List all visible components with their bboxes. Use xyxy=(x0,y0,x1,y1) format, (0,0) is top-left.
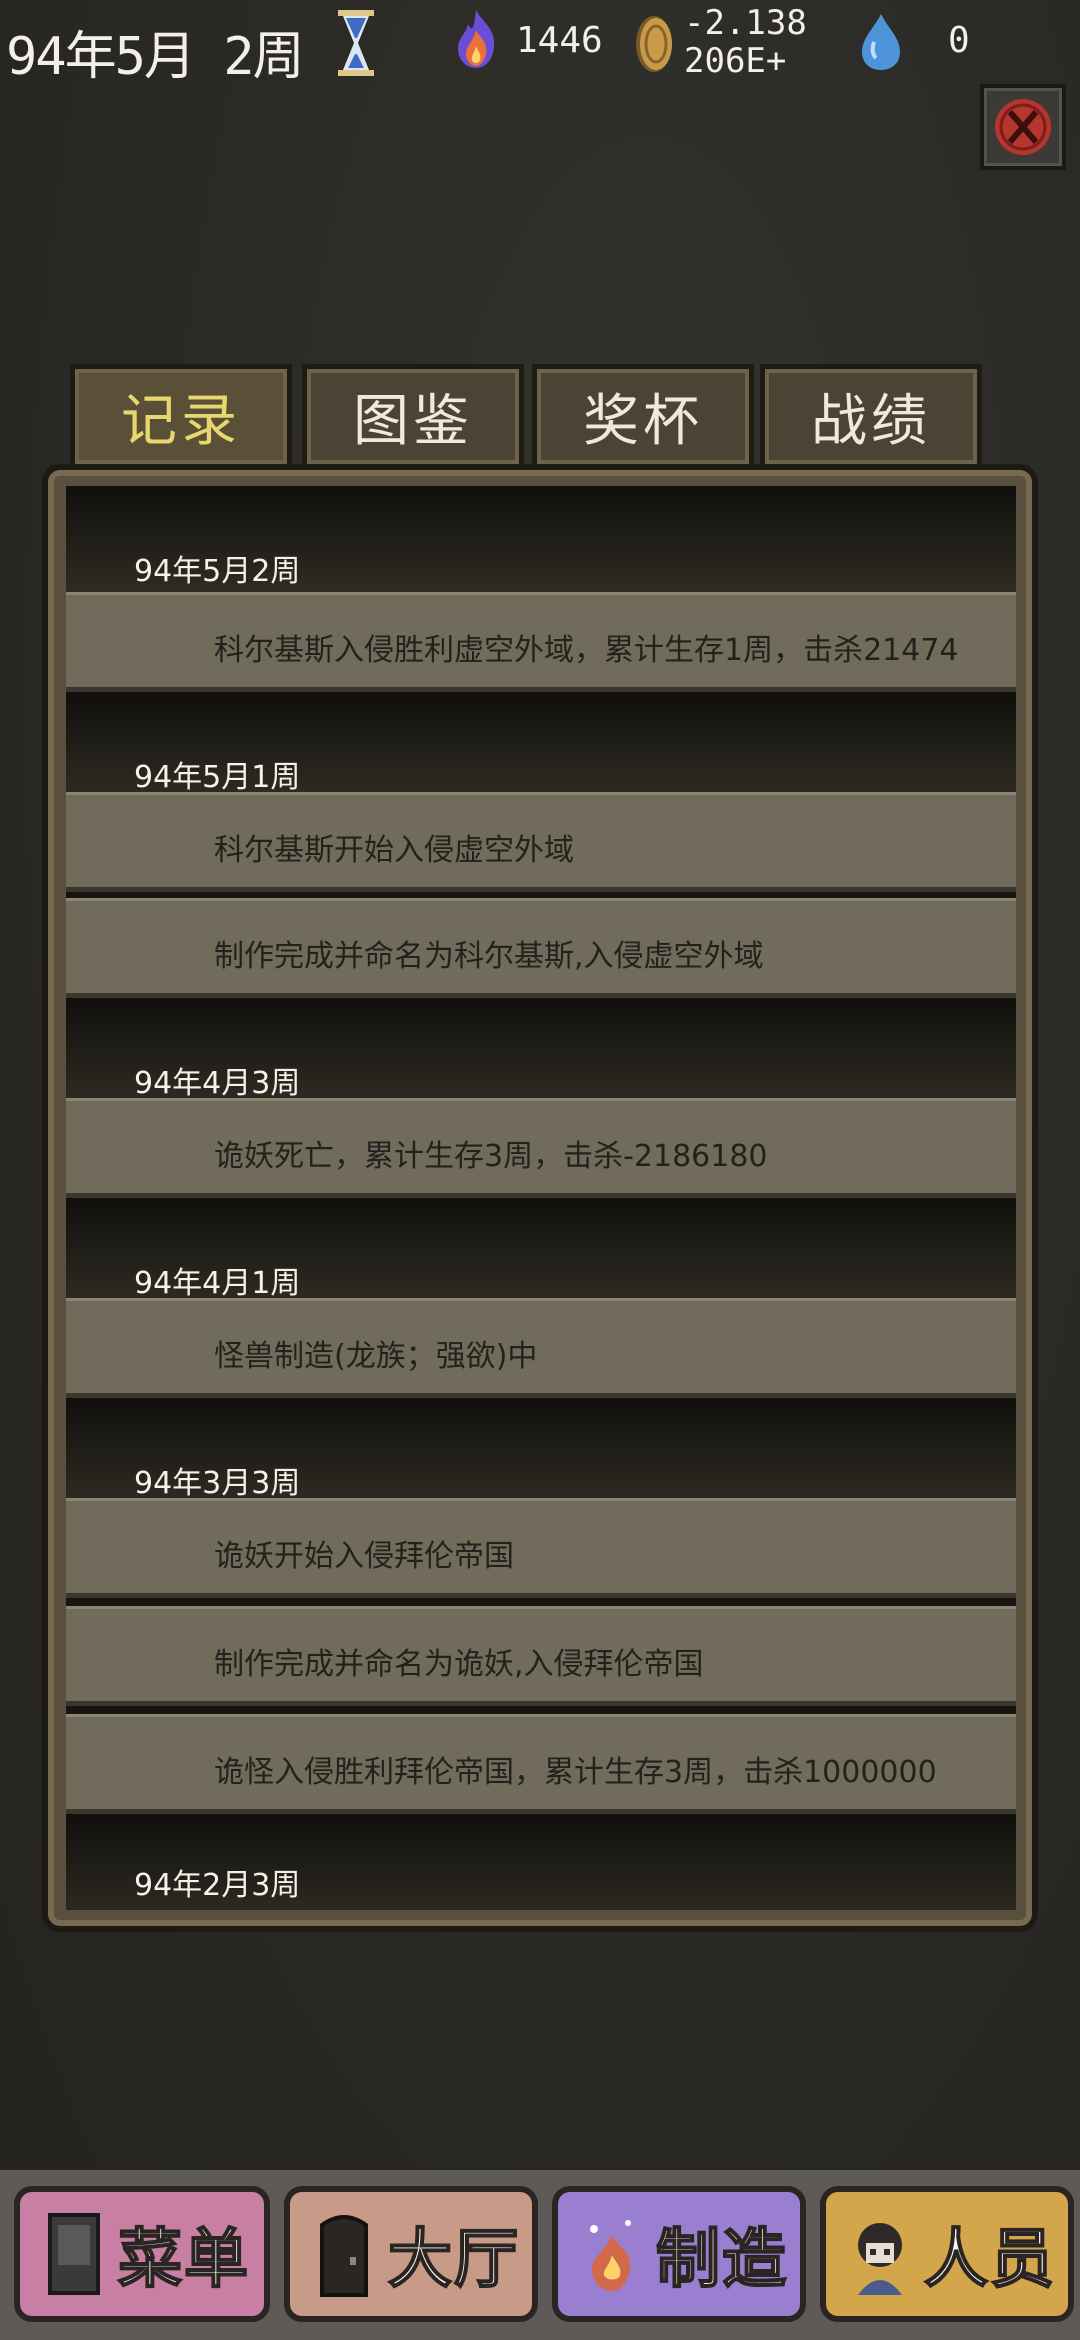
game-date: 94年5月 2周 xyxy=(6,27,305,87)
list-item: 怪兽制造(龙族；强欲)中 xyxy=(66,1298,1016,1398)
menu-label: 菜单 xyxy=(117,2222,250,2298)
date-header: 94年3月3周 xyxy=(66,1398,1016,1508)
date-header: 94年4月1周 xyxy=(66,1198,1016,1308)
flame-icon xyxy=(458,10,495,68)
water-drop-icon xyxy=(862,14,900,70)
gold-count: -2.138 206E+ xyxy=(684,4,807,80)
date-header: 94年5月1周 xyxy=(66,692,1016,802)
date-label: 94年2月3周 xyxy=(134,1868,301,1903)
menu-button[interactable]: 菜单 xyxy=(14,2186,270,2322)
date-header: 94年4月3周 xyxy=(66,998,1016,1108)
list-item: 制作完成并命名为诡妖,入侵拜伦帝国 xyxy=(66,1606,1016,1706)
list-item: 科尔基斯开始入侵虚空外域 xyxy=(66,792,1016,892)
craft-button[interactable]: 制造 xyxy=(552,2186,806,2322)
tab-battle-record[interactable]: 战绩 xyxy=(760,364,982,464)
door-icon xyxy=(320,2215,368,2297)
gold-count-line2: 206E+ xyxy=(684,41,787,81)
list-item: 科尔基斯入侵胜利虚空外域，累计生存1周，击杀21474 xyxy=(66,592,1016,692)
record-text: 诡妖死亡，累计生存3周，击杀-2186180 xyxy=(214,1139,768,1174)
craft-label: 制造 xyxy=(655,2222,788,2298)
list-item: 诡妖开始入侵拜伦帝国 xyxy=(66,1498,1016,1598)
record-text: 科尔基斯开始入侵虚空外域 xyxy=(214,833,574,868)
record-text: 诡妖开始入侵拜伦帝国 xyxy=(214,1539,514,1574)
record-text: 怪兽制造(龙族；强欲)中 xyxy=(214,1339,538,1374)
record-text: 诡怪入侵胜利拜伦帝国，累计生存3周，击杀1000000 xyxy=(214,1755,937,1790)
record-list[interactable]: 94年5月2周 科尔基斯入侵胜利虚空外域，累计生存1周，击杀21474 94年5… xyxy=(66,486,1016,1910)
character-icon xyxy=(858,2223,902,2295)
record-text: 科尔基斯入侵胜利虚空外域，累计生存1周，击杀21474 xyxy=(214,633,959,668)
date-header: 94年5月2周 xyxy=(66,486,1016,596)
status-bar: 94年5月 2周 1446 -2.138 206E+ 0 xyxy=(0,0,1080,87)
flame-count: 1446 xyxy=(516,20,603,61)
date-label: 94年5月1周 xyxy=(134,760,301,795)
book-icon xyxy=(48,2213,100,2295)
tab-trophies[interactable]: 奖杯 xyxy=(532,364,754,464)
list-item: 诡妖死亡，累计生存3周，击杀-2186180 xyxy=(66,1098,1016,1198)
lobby-button[interactable]: 大厅 xyxy=(284,2186,538,2322)
record-text: 制作完成并命名为诡妖,入侵拜伦帝国 xyxy=(214,1647,704,1682)
close-button[interactable] xyxy=(980,84,1066,170)
record-text: 制作完成并命名为科尔基斯,入侵虚空外域 xyxy=(214,939,764,974)
tab-catalog[interactable]: 图鉴 xyxy=(302,364,524,464)
tab-records[interactable]: 记录 xyxy=(70,364,292,464)
date-label: 94年4月1周 xyxy=(134,1266,301,1301)
staff-button[interactable]: 人员 xyxy=(820,2186,1074,2322)
list-item: 诡怪入侵胜利拜伦帝国，累计生存3周，击杀1000000 xyxy=(66,1714,1016,1814)
coin-icon xyxy=(636,16,672,72)
hourglass-icon[interactable] xyxy=(336,8,376,78)
date-label: 94年3月3周 xyxy=(134,1466,301,1501)
gold-count-line1: -2.138 xyxy=(684,3,807,43)
lobby-label: 大厅 xyxy=(387,2222,520,2298)
cauldron-icon xyxy=(590,2220,631,2291)
close-icon xyxy=(995,99,1051,155)
staff-label: 人员 xyxy=(923,2222,1056,2298)
date-label: 94年5月2周 xyxy=(134,554,301,589)
date-label: 94年4月3周 xyxy=(134,1066,301,1101)
water-count: 0 xyxy=(948,20,970,61)
date-header: 94年2月3周 xyxy=(66,1814,1016,1910)
list-item: 制作完成并命名为科尔基斯,入侵虚空外域 xyxy=(66,898,1016,998)
